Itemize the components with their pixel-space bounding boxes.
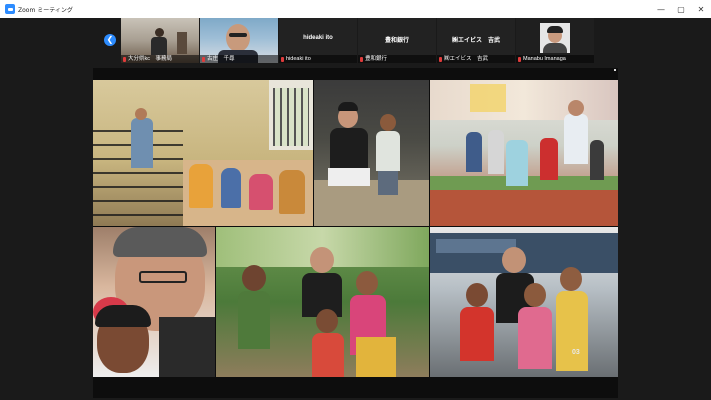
- participant-name-label: hideaki ito: [279, 55, 357, 63]
- photo-outdoor-group: [216, 227, 429, 377]
- minimize-button[interactable]: —: [651, 0, 671, 18]
- close-button[interactable]: ✕: [691, 0, 711, 18]
- photo-classroom: [93, 80, 313, 226]
- participant-tile[interactable]: 豊和銀行 豊和銀行: [358, 18, 436, 63]
- muted-mic-icon: [202, 56, 205, 62]
- participant-tile[interactable]: hideaki ito hideaki ito: [279, 18, 357, 63]
- participant-tile[interactable]: ㈱エイビス 吉武 ㈱エイビス 吉武: [437, 18, 515, 63]
- muted-mic-icon: [123, 56, 126, 62]
- participant-display-name: hideaki ito: [303, 35, 333, 41]
- participant-name-label: Manabu Imanaga: [516, 55, 594, 63]
- person-face: [226, 24, 250, 52]
- muted-mic-icon: [360, 56, 363, 62]
- window-controls: — ▢ ✕: [651, 0, 711, 18]
- muted-mic-icon: [439, 56, 442, 62]
- participant-display-name: 豊和銀行: [384, 38, 409, 44]
- avatar: [540, 23, 570, 53]
- photo-bus-group: 03: [430, 227, 618, 377]
- participant-tile[interactable]: 古庄 千尋: [200, 18, 278, 63]
- photo-number: 03: [572, 349, 580, 356]
- zoom-app-icon: [5, 4, 15, 14]
- participant-strip: 大分県kc 事務局 古庄 千尋 hideaki ito hideaki ito …: [121, 18, 594, 63]
- corner-indicator: [614, 69, 616, 71]
- participant-tile[interactable]: 大分県kc 事務局: [121, 18, 199, 63]
- shared-screen: 03: [93, 68, 618, 398]
- participant-name-label: ㈱エイビス 吉武: [437, 55, 515, 63]
- participant-display-name: ㈱エイビス 吉武: [451, 38, 500, 44]
- participant-name-label: 豊和銀行: [358, 55, 436, 63]
- muted-mic-icon: [518, 56, 521, 62]
- person-figure: [155, 28, 164, 37]
- participant-name-label: 大分県kc 事務局: [121, 55, 199, 63]
- participant-name-label: 古庄 千尋: [200, 55, 278, 63]
- participant-tile[interactable]: Manabu Imanaga: [516, 18, 594, 63]
- photo-group: [430, 80, 618, 226]
- maximize-button[interactable]: ▢: [671, 0, 691, 18]
- window-title: Zoom ミーティング: [18, 6, 73, 14]
- photo-selfie: [93, 227, 215, 377]
- previous-page-icon[interactable]: ❮: [104, 34, 116, 46]
- photo-two-people: [314, 80, 429, 226]
- muted-mic-icon: [281, 56, 284, 62]
- meeting-canvas: ❮ 大分県kc 事務局 古庄 千尋 hideaki ito hideaki it…: [0, 18, 711, 400]
- title-bar: Zoom ミーティング — ▢ ✕: [0, 0, 711, 18]
